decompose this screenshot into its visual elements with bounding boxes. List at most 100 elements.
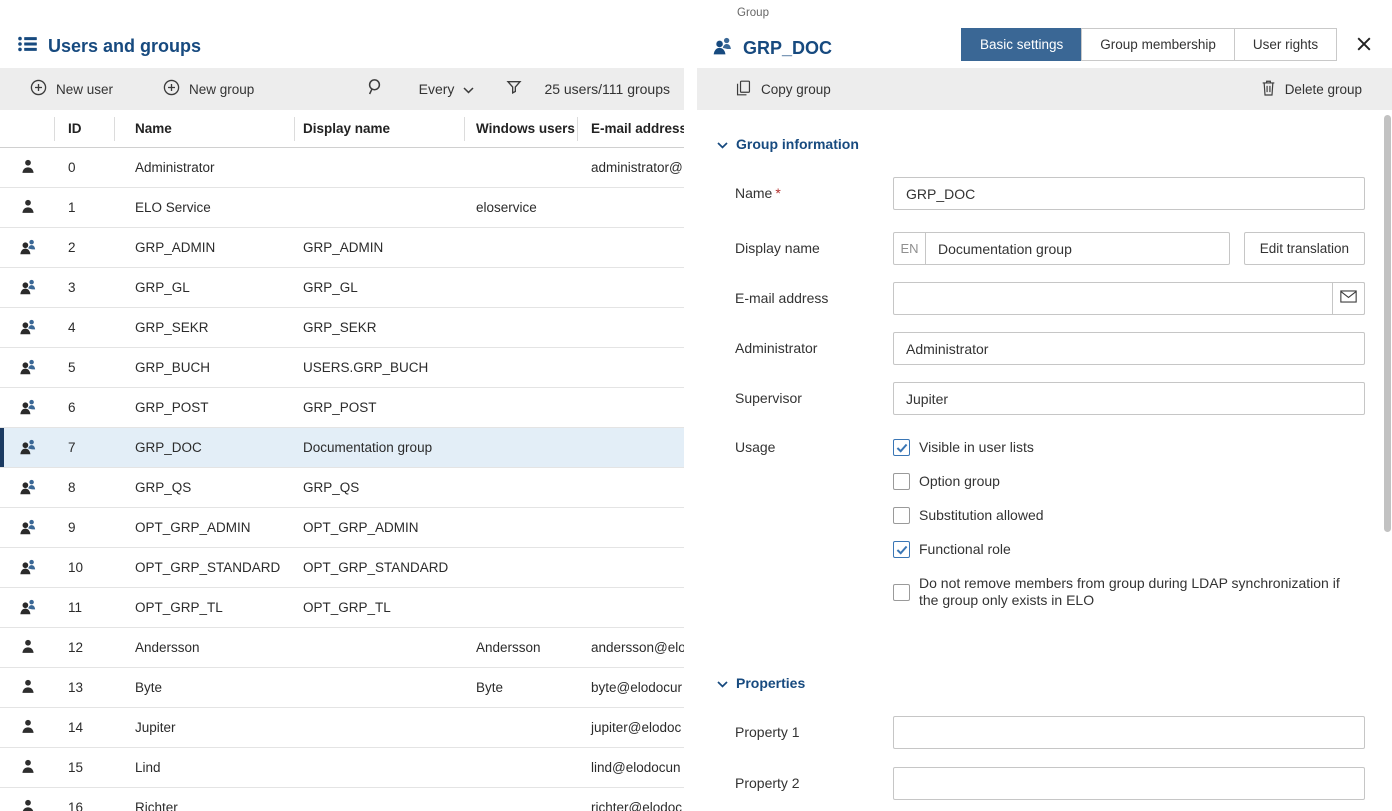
supervisor-field-row: Supervisor <box>735 382 1392 415</box>
cell-id: 7 <box>55 440 115 455</box>
cell-id: 15 <box>55 760 115 775</box>
close-button[interactable] <box>1355 37 1373 55</box>
header-windows-users[interactable]: Windows users <box>465 117 578 141</box>
property1-input[interactable] <box>893 716 1365 749</box>
cell-name: GRP_SEKR <box>115 320 295 335</box>
usage-option[interactable]: Option group <box>893 473 1365 490</box>
cell-name: OPT_GRP_TL <box>115 600 295 615</box>
table-row[interactable]: 5 GRP_BUCH USERS.GRP_BUCH <box>0 348 684 388</box>
search-button[interactable] <box>353 68 395 110</box>
new-group-button[interactable]: New group <box>149 68 268 110</box>
cell-name: OPT_GRP_STANDARD <box>115 560 295 575</box>
tab-user-rights[interactable]: User rights <box>1234 28 1337 61</box>
checkbox[interactable] <box>893 507 910 524</box>
group-icon <box>19 598 37 618</box>
cell-display: Documentation group <box>295 440 465 455</box>
table-row[interactable]: 6 GRP_POST GRP_POST <box>0 388 684 428</box>
name-input[interactable] <box>893 177 1365 210</box>
group-icon <box>712 36 733 60</box>
checkbox[interactable] <box>893 541 910 558</box>
filter-type-dropdown[interactable]: Every <box>409 68 485 110</box>
header-id[interactable]: ID <box>55 117 115 141</box>
administrator-input[interactable] <box>893 332 1365 365</box>
envelope-icon <box>1340 290 1357 308</box>
usage-option[interactable]: Functional role <box>893 541 1365 558</box>
table-row[interactable]: 3 GRP_GL GRP_GL <box>0 268 684 308</box>
edit-translation-button[interactable]: Edit translation <box>1244 232 1365 265</box>
section-properties[interactable]: Properties <box>717 675 1392 691</box>
display-name-input[interactable] <box>925 232 1230 265</box>
table-row[interactable]: 10 OPT_GRP_STANDARD OPT_GRP_STANDARD <box>0 548 684 588</box>
display-name-field-row: Display name EN Edit translation <box>735 232 1392 265</box>
new-user-button[interactable]: New user <box>0 68 127 110</box>
cell-id: 14 <box>55 720 115 735</box>
checkbox[interactable] <box>893 473 910 490</box>
header-email[interactable]: E-mail address <box>578 117 684 141</box>
group-name-title: GRP_DOC <box>743 38 832 59</box>
email-input[interactable] <box>893 282 1365 315</box>
detail-toolbar: Copy group Delete group <box>697 68 1392 110</box>
cell-win: Andersson <box>465 640 578 655</box>
header-name[interactable]: Name <box>115 117 295 141</box>
tab-basic-settings[interactable]: Basic settings <box>961 28 1082 61</box>
name-field-row: Name* <box>735 177 1392 210</box>
display-name-label: Display name <box>735 232 893 265</box>
checkbox[interactable] <box>893 439 910 456</box>
cell-email: administrator@ <box>578 160 684 175</box>
trash-icon <box>1261 79 1276 99</box>
cell-id: 2 <box>55 240 115 255</box>
table-row[interactable]: 4 GRP_SEKR GRP_SEKR <box>0 308 684 348</box>
table-row[interactable]: 0 Administrator administrator@ <box>0 148 684 188</box>
administrator-label: Administrator <box>735 332 893 365</box>
cell-win: Byte <box>465 680 578 695</box>
user-list-panel: Users and groups New user New group Ever… <box>0 0 684 811</box>
page-title: Users and groups <box>48 36 201 57</box>
cell-name: OPT_GRP_ADMIN <box>115 520 295 535</box>
section-group-information[interactable]: Group information <box>717 136 1392 152</box>
checkbox-label: Do not remove members from group during … <box>919 575 1351 609</box>
supervisor-input[interactable] <box>893 382 1365 415</box>
cell-display: GRP_QS <box>295 480 465 495</box>
tab-group-membership[interactable]: Group membership <box>1081 28 1235 61</box>
table-row[interactable]: 12 Andersson Andersson andersson@elo <box>0 628 684 668</box>
user-icon <box>20 718 36 738</box>
usage-option[interactable]: Visible in user lists <box>893 439 1365 456</box>
property1-field-row: Property 1 <box>735 716 1392 749</box>
table-row[interactable]: 8 GRP_QS GRP_QS <box>0 468 684 508</box>
cell-id: 4 <box>55 320 115 335</box>
table-row[interactable]: 16 Richter richter@elodoc <box>0 788 684 811</box>
user-icon <box>20 198 36 218</box>
cell-display: GRP_ADMIN <box>295 240 465 255</box>
table-row[interactable]: 14 Jupiter jupiter@elodoc <box>0 708 684 748</box>
cell-id: 5 <box>55 360 115 375</box>
table-row[interactable]: 9 OPT_GRP_ADMIN OPT_GRP_ADMIN <box>0 508 684 548</box>
group-icon <box>19 558 37 578</box>
table-row[interactable]: 2 GRP_ADMIN GRP_ADMIN <box>0 228 684 268</box>
group-icon <box>19 398 37 418</box>
cell-name: Jupiter <box>115 720 295 735</box>
right-scrollbar-thumb[interactable] <box>1384 115 1391 532</box>
cell-name: Byte <box>115 680 295 695</box>
checkbox[interactable] <box>893 584 910 601</box>
checkbox-label: Substitution allowed <box>919 507 1044 524</box>
table-row[interactable]: 11 OPT_GRP_TL OPT_GRP_TL <box>0 588 684 628</box>
cell-email: byte@elodocur <box>578 680 684 695</box>
cell-email: richter@elodoc <box>578 800 684 811</box>
delete-group-button[interactable]: Delete group <box>1261 68 1362 110</box>
email-picker-button[interactable] <box>1332 282 1365 315</box>
users-and-groups-app: Users and groups New user New group Ever… <box>0 0 1392 811</box>
filter-button[interactable] <box>494 68 534 110</box>
table-row[interactable]: 7 GRP_DOC Documentation group <box>0 428 684 468</box>
property2-input[interactable] <box>893 767 1365 800</box>
usage-option[interactable]: Do not remove members from group during … <box>893 575 1365 609</box>
group-icon <box>19 358 37 378</box>
left-toolbar: New user New group Every 25 users/111 gr… <box>0 68 684 110</box>
user-icon <box>20 758 36 778</box>
copy-group-button[interactable]: Copy group <box>735 68 831 110</box>
table-row[interactable]: 1 ELO Service eloservice <box>0 188 684 228</box>
name-label: Name* <box>735 177 893 210</box>
header-display-name[interactable]: Display name <box>295 117 465 141</box>
usage-option[interactable]: Substitution allowed <box>893 507 1365 524</box>
table-row[interactable]: 15 Lind lind@elodocun <box>0 748 684 788</box>
table-row[interactable]: 13 Byte Byte byte@elodocur <box>0 668 684 708</box>
